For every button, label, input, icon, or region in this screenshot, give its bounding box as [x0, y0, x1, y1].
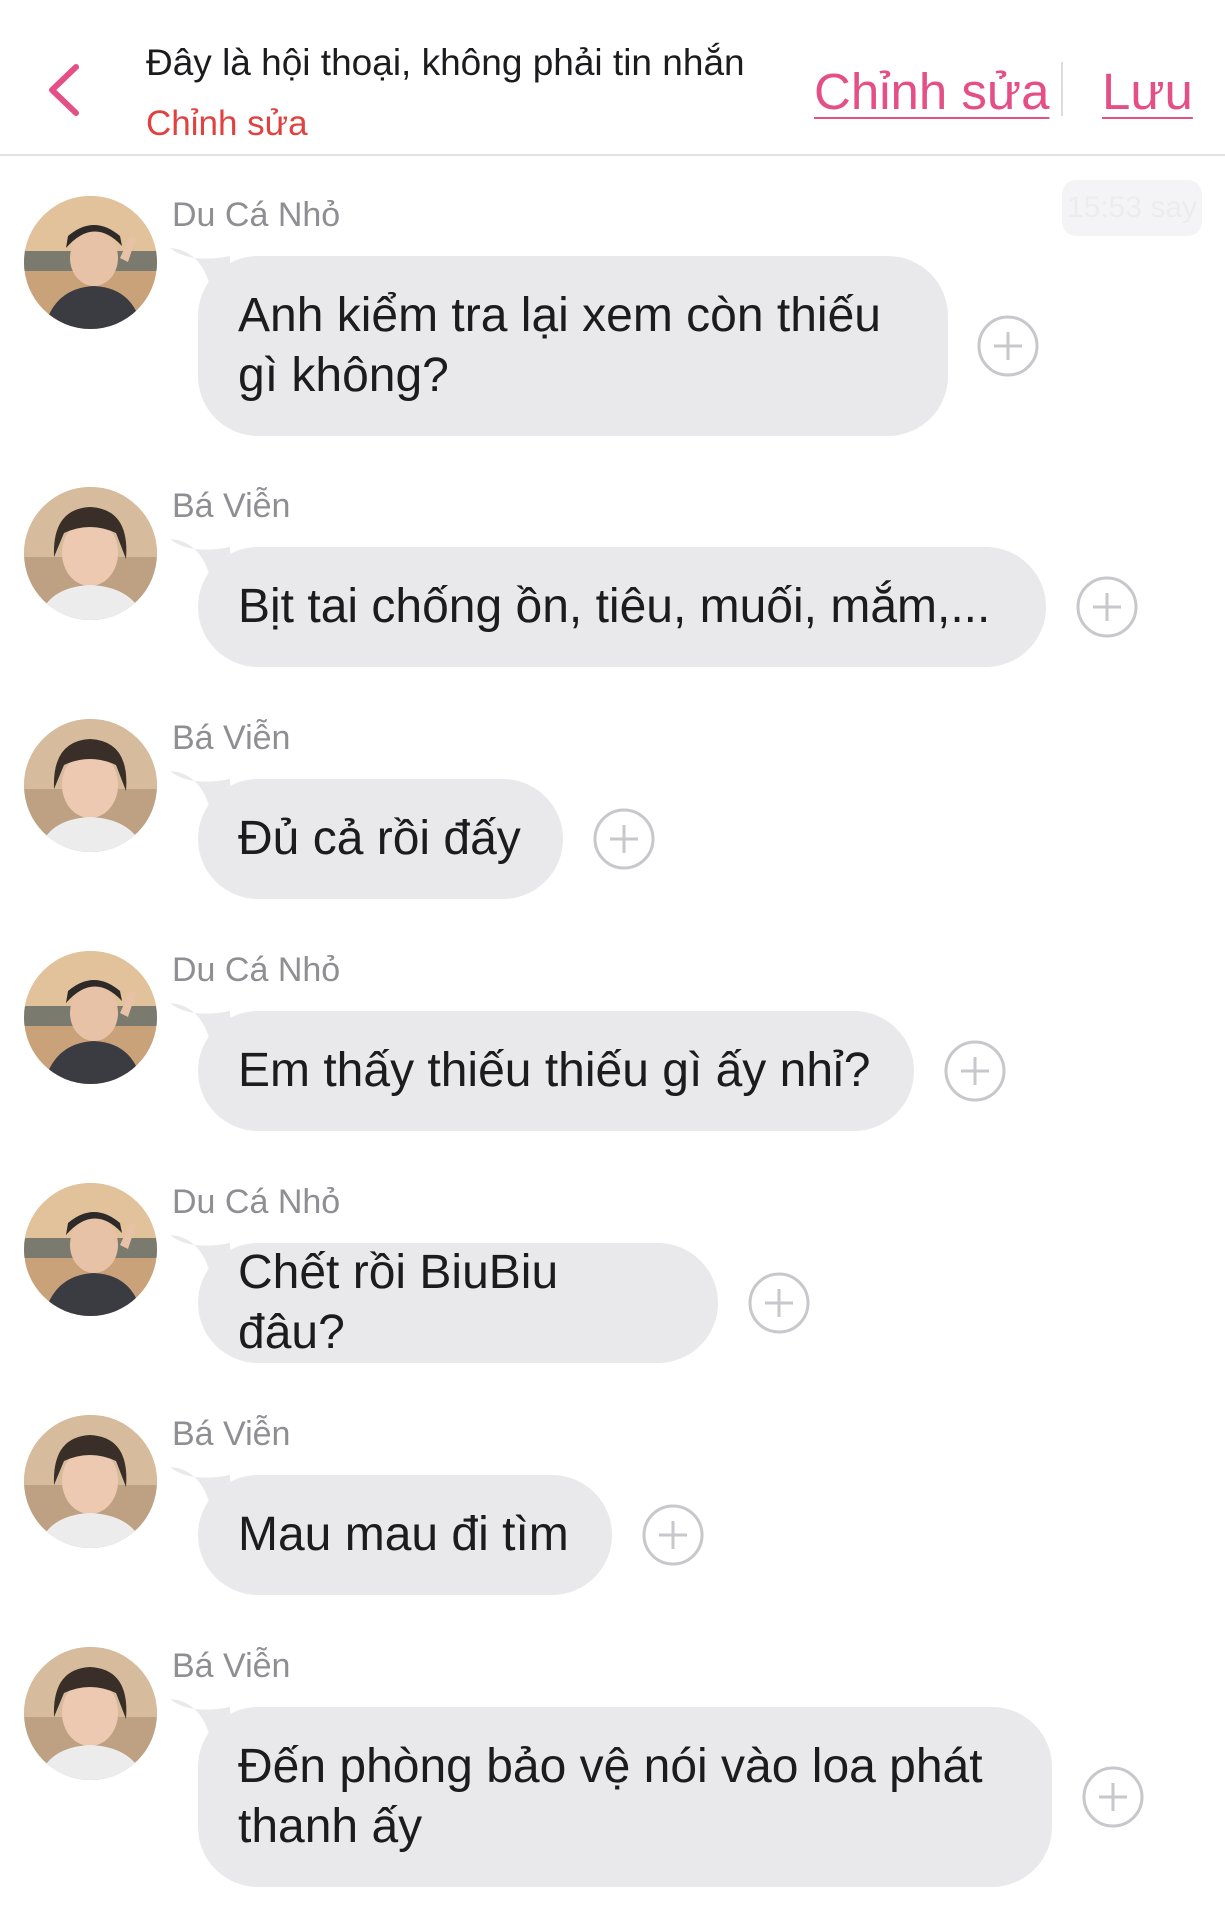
avatar-ba-vien[interactable] — [24, 1647, 157, 1780]
sender-name: Du Cá Nhỏ — [172, 951, 341, 989]
message-bubble[interactable]: Em thấy thiếu thiếu gì ấy nhỉ? — [198, 1011, 914, 1131]
message-bubble[interactable]: Bịt tai chống ồn, tiêu, muối, mắm,... — [198, 547, 1046, 667]
add-reaction-icon[interactable] — [944, 1040, 1006, 1102]
sender-name: Bá Viễn — [172, 1415, 291, 1453]
add-reaction-icon[interactable] — [748, 1272, 810, 1334]
avatar-ba-vien[interactable] — [24, 487, 157, 620]
avatar-ba-vien[interactable] — [24, 1415, 157, 1548]
add-reaction-icon[interactable] — [977, 315, 1039, 377]
page-title: Đây là hội thoại, không phải tin nhắn — [146, 42, 745, 83]
back-chevron-icon[interactable] — [40, 55, 90, 125]
message-bubble[interactable]: Anh kiểm tra lại xem còn thiếu gì không? — [198, 256, 948, 436]
edit-button[interactable]: Chỉnh sửa — [814, 62, 1049, 121]
add-reaction-icon[interactable] — [1076, 576, 1138, 638]
header-bar: Đây là hội thoại, không phải tin nhắn Ch… — [0, 0, 1225, 156]
add-reaction-icon[interactable] — [593, 808, 655, 870]
avatar-ba-vien[interactable] — [24, 719, 157, 852]
page-subtitle-edit[interactable]: Chỉnh sửa — [146, 104, 308, 144]
message-bubble[interactable]: Đủ cả rồi đấy — [198, 779, 563, 899]
sender-name: Bá Viễn — [172, 719, 291, 757]
timestamp-badge: 15:53 say — [1062, 180, 1202, 236]
message-bubble[interactable]: Đến phòng bảo vệ nói vào loa phát thanh … — [198, 1707, 1052, 1887]
message-bubble[interactable]: Mau mau đi tìm — [198, 1475, 612, 1595]
add-reaction-icon[interactable] — [1082, 1766, 1144, 1828]
save-button[interactable]: Lưu — [1102, 62, 1193, 121]
sender-name: Du Cá Nhỏ — [172, 1183, 341, 1221]
add-reaction-icon[interactable] — [642, 1504, 704, 1566]
sender-name: Bá Viễn — [172, 1647, 291, 1685]
message-bubble[interactable]: Chết rồi BiuBiu đâu? — [198, 1243, 718, 1363]
sender-name: Bá Viễn — [172, 487, 291, 525]
sender-name: Du Cá Nhỏ — [172, 196, 341, 234]
avatar-du-ca-nho[interactable] — [24, 1183, 157, 1316]
avatar-du-ca-nho[interactable] — [24, 196, 157, 329]
header-divider — [1061, 62, 1063, 116]
avatar-du-ca-nho[interactable] — [24, 951, 157, 1084]
